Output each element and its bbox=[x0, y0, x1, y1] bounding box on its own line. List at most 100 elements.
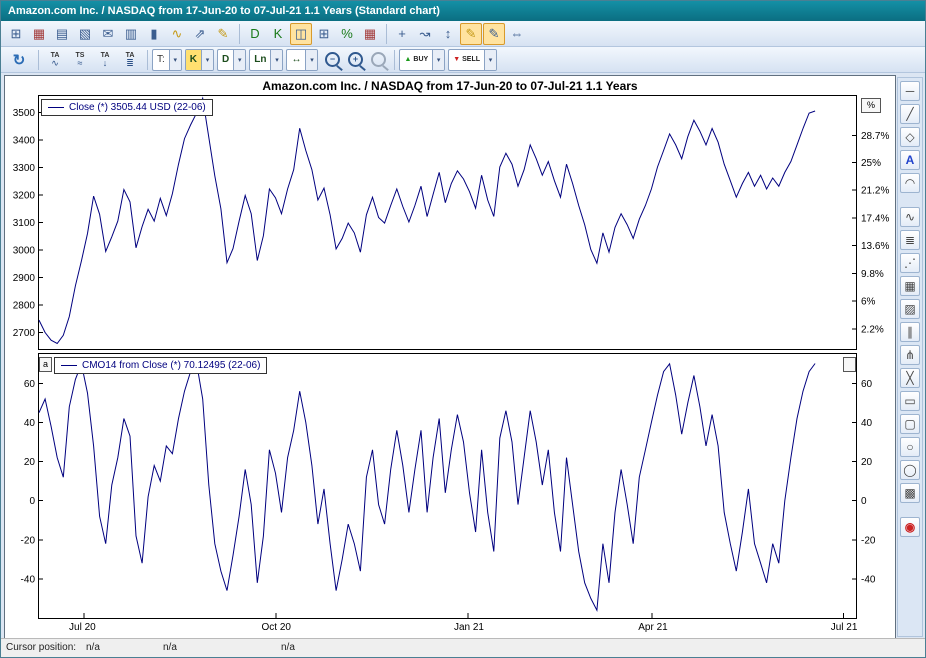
hatch-tool[interactable]: ▨ bbox=[900, 299, 920, 319]
rounded-rect-tool[interactable]: ▢ bbox=[900, 414, 920, 434]
vertical-fit-icon[interactable]: ↕ bbox=[437, 23, 459, 45]
quote-table-icon[interactable]: ▦ bbox=[28, 23, 50, 45]
plot-area[interactable] bbox=[39, 354, 857, 619]
percent-tick-label: 9.8% bbox=[861, 269, 884, 280]
percent-tick-label: 2.2% bbox=[861, 324, 884, 335]
calendar-grid-icon[interactable]: ▦ bbox=[359, 23, 381, 45]
clear-chart-icon[interactable]: ▧ bbox=[74, 23, 96, 45]
circle-tool[interactable]: ◯ bbox=[900, 460, 920, 480]
x-axis-label: Jan 21 bbox=[454, 622, 484, 633]
text-tool[interactable]: A bbox=[900, 150, 920, 170]
ts-signals-button[interactable]: TS≈ bbox=[68, 49, 92, 71]
grid-tool[interactable]: ▦ bbox=[900, 276, 920, 296]
fibonacci-fan-tool[interactable]: ⋰ bbox=[900, 253, 920, 273]
y-axis-tick-label: 3400 bbox=[13, 136, 36, 147]
sell-arrow-icon: ▼ bbox=[453, 56, 460, 63]
scale-dropdown-group: K▾D▾Ln▾↔▾ bbox=[185, 49, 322, 71]
dropdown-arrow-icon: ▾ bbox=[270, 50, 282, 70]
horizontal-scale-dropdown[interactable]: ↔▾ bbox=[286, 49, 318, 71]
panel-layout-icon[interactable]: ◫ bbox=[290, 23, 312, 45]
sell-order-dropdown[interactable]: ▼ SELL ▾ bbox=[448, 49, 497, 71]
plot-area[interactable] bbox=[39, 96, 857, 350]
dropdown-arrow-icon: ▾ bbox=[233, 50, 245, 70]
pitchfork-tool[interactable]: ⋔ bbox=[900, 345, 920, 365]
day-mode-icon[interactable]: D bbox=[244, 23, 266, 45]
ta-arrow-button[interactable]: TA↓ bbox=[93, 49, 117, 71]
toolbar-separator bbox=[147, 50, 148, 70]
main-toolbar: ⊞▦▤▧✉▥▮∿⇗✎DK◫⊞%▦+↝↕✎✎⇔ bbox=[1, 21, 925, 47]
buy-order-dropdown[interactable]: ▲ BUY ▾ bbox=[399, 49, 445, 71]
percent-tick-label: 21.2% bbox=[861, 186, 889, 197]
linear-scale-dropdown[interactable]: Ln▾ bbox=[249, 49, 283, 71]
measure-tool-icon[interactable]: ⇔ bbox=[506, 23, 528, 45]
ellipse-tool[interactable]: ○ bbox=[900, 437, 920, 457]
ta-levels-button[interactable]: TA≣ bbox=[118, 49, 142, 71]
cmo-legend-label: CMO14 from Close (*) 70.12495 (22-06) bbox=[82, 360, 260, 371]
x-axis-label: Oct 20 bbox=[262, 622, 291, 633]
y-axis-tick-label: 3000 bbox=[13, 246, 36, 257]
dropdown-arrow-icon: ▾ bbox=[201, 50, 213, 70]
y-axis-tick-label: -40 bbox=[21, 574, 36, 585]
dropdown-arrow-icon: ▾ bbox=[305, 50, 317, 70]
parallel-channel-tool[interactable]: ∥ bbox=[900, 322, 920, 342]
candlestick-style-dropdown[interactable]: K▾ bbox=[185, 49, 214, 71]
y-axis-tick-label: -20 bbox=[861, 535, 876, 546]
percent-tick-label: 25% bbox=[861, 158, 881, 169]
buy-label: BUY bbox=[413, 56, 428, 63]
buy-arrow-icon: ▲ bbox=[404, 56, 411, 63]
refresh-chart-button[interactable]: ↻ bbox=[5, 49, 33, 71]
curve-fit-icon[interactable]: ↝ bbox=[414, 23, 436, 45]
horizontal-line-tool[interactable]: ─ bbox=[900, 81, 920, 101]
pencil-tool-icon[interactable]: ✎ bbox=[460, 23, 482, 45]
sell-label: SELL bbox=[462, 56, 480, 63]
indicator-collapse-button[interactable]: a bbox=[39, 357, 52, 372]
toolbar-separator bbox=[386, 24, 387, 44]
type-dropdown[interactable]: T: ▾ bbox=[152, 49, 182, 71]
x-axis-labels-row: Jul 20Oct 20Jan 21Apr 21Jul 21 bbox=[5, 619, 895, 638]
price-chart: 2700280029003000310032003300340035002.2%… bbox=[5, 95, 895, 350]
rectangle-tool[interactable]: ▭ bbox=[900, 391, 920, 411]
export-chart-icon[interactable]: ⇗ bbox=[189, 23, 211, 45]
price-chart-panel: 2700280029003000310032003300340035002.2%… bbox=[5, 95, 895, 350]
ta-indicators-button[interactable]: TA∿ bbox=[43, 49, 67, 71]
send-chart-icon[interactable]: ✉ bbox=[97, 23, 119, 45]
zoom-in-button[interactable]: + bbox=[344, 49, 366, 71]
cmo-legend[interactable]: CMO14 from Close (*) 70.12495 (22-06) bbox=[54, 357, 267, 374]
indicator-options-button[interactable] bbox=[843, 357, 856, 372]
percent-scale-icon[interactable]: % bbox=[336, 23, 358, 45]
draw-mode-icon[interactable]: ✎ bbox=[212, 23, 234, 45]
percent-axis-badge[interactable]: % bbox=[861, 98, 881, 113]
arc-tool[interactable]: ◠ bbox=[900, 173, 920, 193]
secondary-toolbar: ↻ TA∿TS≈TA↓TA≣ T: ▾ K▾D▾Ln▾↔▾ − + ▲ BUY … bbox=[1, 47, 925, 73]
bar-chart-icon[interactable]: ▮ bbox=[143, 23, 165, 45]
trend-line-tool[interactable]: ╱ bbox=[900, 104, 920, 124]
drawing-tool-palette: ─ ╱ ◇ A ◠ ∿ ≣ ⋰ ▦ ▨ ∥ ⋔ ╳ ▭ ▢ ○ ◯ ▩ ◉ bbox=[897, 77, 923, 637]
ta-levels-button-icon: ≣ bbox=[126, 59, 134, 68]
cross-tool[interactable]: ╳ bbox=[900, 368, 920, 388]
zoom-reset-button[interactable] bbox=[367, 49, 389, 71]
y-axis-tick-label: 3300 bbox=[13, 163, 36, 174]
highlight-dot-tool[interactable]: ◉ bbox=[900, 517, 920, 537]
freehand-tool[interactable]: ∿ bbox=[900, 207, 920, 227]
line-chart-icon[interactable]: ∿ bbox=[166, 23, 188, 45]
chart-panel: Amazon.com Inc. / NASDAQ from 17-Jun-20 … bbox=[4, 75, 896, 641]
cursor-position-label: Cursor position: bbox=[6, 642, 76, 653]
window-title-bar: Amazon.com Inc. / NASDAQ from 17-Jun-20 … bbox=[1, 1, 925, 21]
grid-icon[interactable]: ⊞ bbox=[313, 23, 335, 45]
cmo-chart: -40-40-20-2000202040406060 bbox=[5, 353, 895, 619]
column-chart-icon[interactable]: ▥ bbox=[120, 23, 142, 45]
gann-grid-tool[interactable]: ▩ bbox=[900, 483, 920, 503]
edit-data-icon[interactable]: ▤ bbox=[51, 23, 73, 45]
magnifier-minus-icon: − bbox=[325, 52, 340, 67]
marker-tool-icon[interactable]: ✎ bbox=[483, 23, 505, 45]
zoom-out-button[interactable]: − bbox=[321, 49, 343, 71]
y-axis-tick-label: 2900 bbox=[13, 273, 36, 284]
daily-interval-dropdown[interactable]: D▾ bbox=[217, 49, 246, 71]
crosshair-icon[interactable]: + bbox=[391, 23, 413, 45]
chart-window-icon[interactable]: ⊞ bbox=[5, 23, 27, 45]
price-legend[interactable]: Close (*) 3505.44 USD (22-06) bbox=[41, 99, 213, 116]
fibonacci-retracement-tool[interactable]: ≣ bbox=[900, 230, 920, 250]
diamond-marker-tool[interactable]: ◇ bbox=[900, 127, 920, 147]
candle-mode-icon[interactable]: K bbox=[267, 23, 289, 45]
percent-tick-label: 6% bbox=[861, 297, 876, 308]
